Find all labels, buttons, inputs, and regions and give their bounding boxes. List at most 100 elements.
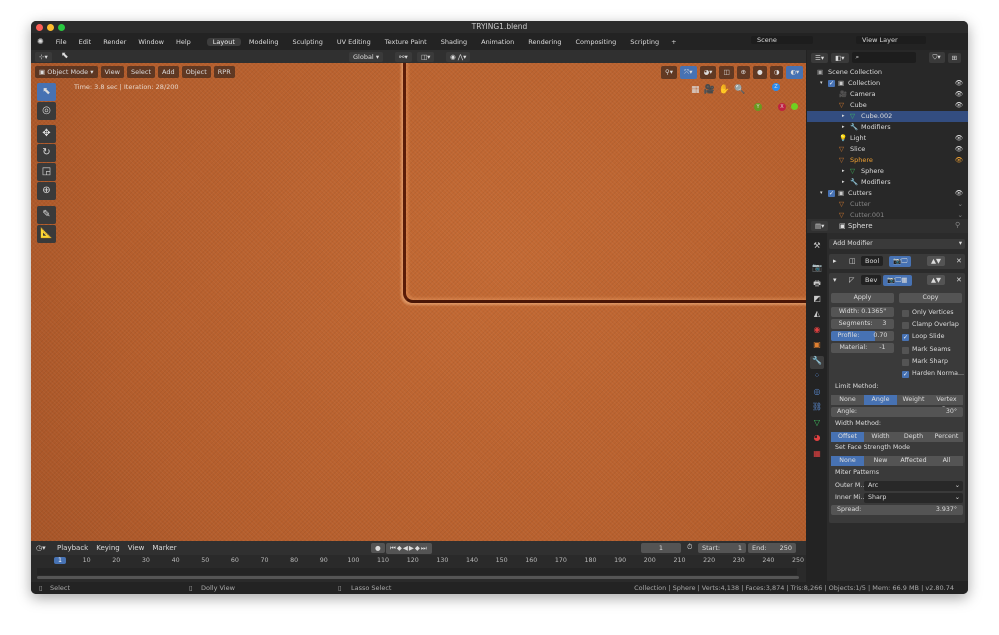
pan-view-icon[interactable]: ✋	[719, 85, 730, 95]
render-tab-icon[interactable]: 📷	[810, 263, 824, 276]
expand-icon[interactable]: ▸	[833, 257, 837, 265]
edit-mode-toggle-icon[interactable]: 📷🖵▦	[883, 275, 912, 286]
modifier-name-field[interactable]: Bev	[861, 275, 882, 285]
scene-tab-icon[interactable]: ◭	[810, 309, 824, 322]
tab-scripting[interactable]: Scripting	[624, 38, 665, 46]
collection-checkbox[interactable]: ✓	[828, 190, 835, 197]
outliner-row[interactable]: 🎥 Camera 👁	[807, 89, 968, 100]
view-object-types-icon[interactable]: ⚲▾	[661, 66, 678, 79]
render-toggle-icon[interactable]: 📷🖵	[889, 256, 912, 267]
outliner-row[interactable]: ▽ Sphere 👁	[807, 155, 968, 166]
angle-field[interactable]: Angle: 30°	[831, 407, 963, 417]
auto-keying-icon[interactable]: ●	[371, 543, 385, 553]
editor-type-button[interactable]: ⊹▾	[35, 52, 52, 62]
checkbox-clamp-overlap[interactable]: Clamp Overlap	[902, 321, 959, 330]
outliner-row[interactable]: ▽ Slice 👁	[807, 144, 968, 155]
data-tab-icon[interactable]: ▽	[810, 418, 824, 431]
tab-compositing[interactable]: Compositing	[569, 38, 622, 46]
outliner-row[interactable]: ▾ ✓ ▣ Collection 👁	[807, 78, 968, 89]
view-layer-tab-icon[interactable]: ◩	[810, 294, 824, 307]
profile-slider[interactable]: Profile: 0.70	[831, 331, 894, 341]
checkbox-box[interactable]	[902, 358, 909, 366]
tab-texture-paint[interactable]: Texture Paint	[379, 38, 433, 46]
camera-view-icon[interactable]: 🎥	[704, 85, 715, 95]
outliner-row[interactable]: ▾ ✓ ▣ Cutters 👁	[807, 188, 968, 199]
modifier-name-field[interactable]: Bool	[861, 256, 884, 266]
view-layer-name[interactable]: View Layer	[856, 36, 926, 44]
scale-tool-icon[interactable]: ◲	[37, 163, 56, 181]
outliner-row[interactable]: ▸ ▽ Sphere	[807, 166, 968, 177]
outliner-row[interactable]: ▸ 🔧 Modifiers	[807, 122, 968, 133]
visibility-eye-icon[interactable]: 👁	[955, 133, 963, 144]
checkbox-box[interactable]	[902, 310, 909, 317]
copy-button[interactable]: Copy	[899, 293, 962, 303]
visibility-eye-icon[interactable]: 👁	[955, 100, 963, 111]
tab-animation[interactable]: Animation	[475, 38, 520, 46]
expand-arrow-icon[interactable]: ▸	[842, 111, 845, 122]
visibility-eye-icon[interactable]: 👁	[955, 155, 963, 166]
visibility-eye-icon[interactable]: 👁	[955, 144, 963, 155]
inner-miter-dropdown[interactable]: Sharp ⌄	[864, 493, 963, 503]
material-field[interactable]: Material: -1	[831, 343, 894, 353]
outliner-row[interactable]: ▸ ▽ Cube.002	[807, 111, 968, 122]
new-collection-icon[interactable]: ⊞	[947, 52, 962, 63]
tab-shading[interactable]: Shading	[435, 38, 473, 46]
proportional-edit-icon[interactable]: ◉ ⋀▾	[446, 52, 471, 62]
xray-icon[interactable]: ◫	[719, 66, 734, 79]
object-tab-icon[interactable]: ▣	[810, 340, 824, 353]
limit-method-angle[interactable]: Angle	[864, 395, 897, 405]
mode-dropdown[interactable]: ▣ Object Mode ▾	[35, 66, 98, 78]
segments-field[interactable]: Segments: 3	[831, 319, 894, 329]
viewport-menu-select[interactable]: Select	[126, 66, 156, 78]
outliner-search-input[interactable]: ⌕	[851, 52, 916, 63]
rotate-tool-icon[interactable]: ↻	[37, 144, 56, 162]
timeline-menu-playback[interactable]: Playback	[57, 544, 88, 552]
timeline-menu-view[interactable]: View	[128, 544, 145, 552]
move-up-down-icon[interactable]: ▲▼	[927, 256, 945, 266]
output-tab-icon[interactable]: 🖶	[810, 278, 824, 291]
tab-uv-editing[interactable]: UV Editing	[331, 38, 377, 46]
visibility-eye-icon[interactable]: 👁	[955, 78, 963, 89]
display-mode-icon[interactable]: ◧▾	[831, 52, 849, 63]
width-method-percent[interactable]: Percent	[930, 432, 963, 442]
playback-controls[interactable]: ⏮◆◀▶◆⏭	[386, 543, 432, 554]
transform-tool-icon[interactable]: ⊕	[37, 182, 56, 200]
visibility-eye-icon[interactable]: 👁	[955, 188, 963, 199]
tab-modeling[interactable]: Modeling	[243, 38, 285, 46]
visibility-eye-icon[interactable]: 👁	[955, 89, 963, 100]
modifier-tab-icon[interactable]: 🔧	[810, 355, 824, 369]
outliner-row[interactable]: ▽ Cutter ⌄	[807, 199, 968, 210]
checkbox-only-vertices[interactable]: Only Vertices	[902, 309, 954, 317]
solid-shading-icon[interactable]: ●	[753, 66, 767, 79]
add-workspace-button[interactable]: +	[665, 38, 682, 46]
start-frame-field[interactable]: Start: 1	[698, 543, 746, 553]
apply-button[interactable]: Apply	[831, 293, 894, 303]
3d-viewport[interactable]: ▣ Object Mode ▾ View Select Add Object RPR T…	[31, 63, 806, 541]
move-up-down-icon[interactable]: ▲▼	[927, 275, 945, 285]
rendered-shading-icon[interactable]: ◐▾	[786, 66, 804, 79]
timeline-track[interactable]	[37, 568, 797, 575]
collapse-icon[interactable]: ▾	[833, 276, 837, 284]
gizmo-neg-y-axis[interactable]	[791, 103, 798, 110]
particles-tab-icon[interactable]: ⁘	[810, 371, 824, 384]
expand-arrow-icon[interactable]: ▸	[842, 177, 845, 188]
gizmo-toggle-icon[interactable]: ⤧▾	[680, 66, 697, 79]
zoom-view-icon[interactable]: 🔍	[734, 85, 745, 95]
collection-checkbox[interactable]: ✓	[828, 80, 835, 87]
checkbox-mark-sharp[interactable]: Mark Sharp	[902, 358, 948, 366]
menu-edit[interactable]: Edit	[73, 38, 98, 46]
pivot-icon[interactable]: ⚯▾	[395, 52, 412, 62]
scene-selector[interactable]: Scene	[751, 36, 813, 44]
view-layer-selector[interactable]: View Layer	[856, 36, 926, 44]
outliner-row[interactable]: ▽ Cube 👁	[807, 100, 968, 111]
gizmo-y-axis[interactable]: Y	[754, 103, 762, 111]
timeline-scrollbar[interactable]	[37, 576, 799, 579]
outliner-row[interactable]: ▸ 🔧 Modifiers	[807, 177, 968, 188]
end-frame-field[interactable]: End: 250	[748, 543, 796, 553]
timeline-menu-marker[interactable]: Marker	[152, 544, 176, 552]
stopwatch-icon[interactable]: ⏱	[687, 543, 692, 552]
gizmo-x-axis[interactable]: X	[778, 103, 786, 111]
checkbox-mark-seams[interactable]: Mark Seams	[902, 346, 951, 354]
constraints-tab-icon[interactable]: ⛓	[810, 402, 824, 415]
move-tool-icon[interactable]: ✥	[37, 125, 56, 143]
